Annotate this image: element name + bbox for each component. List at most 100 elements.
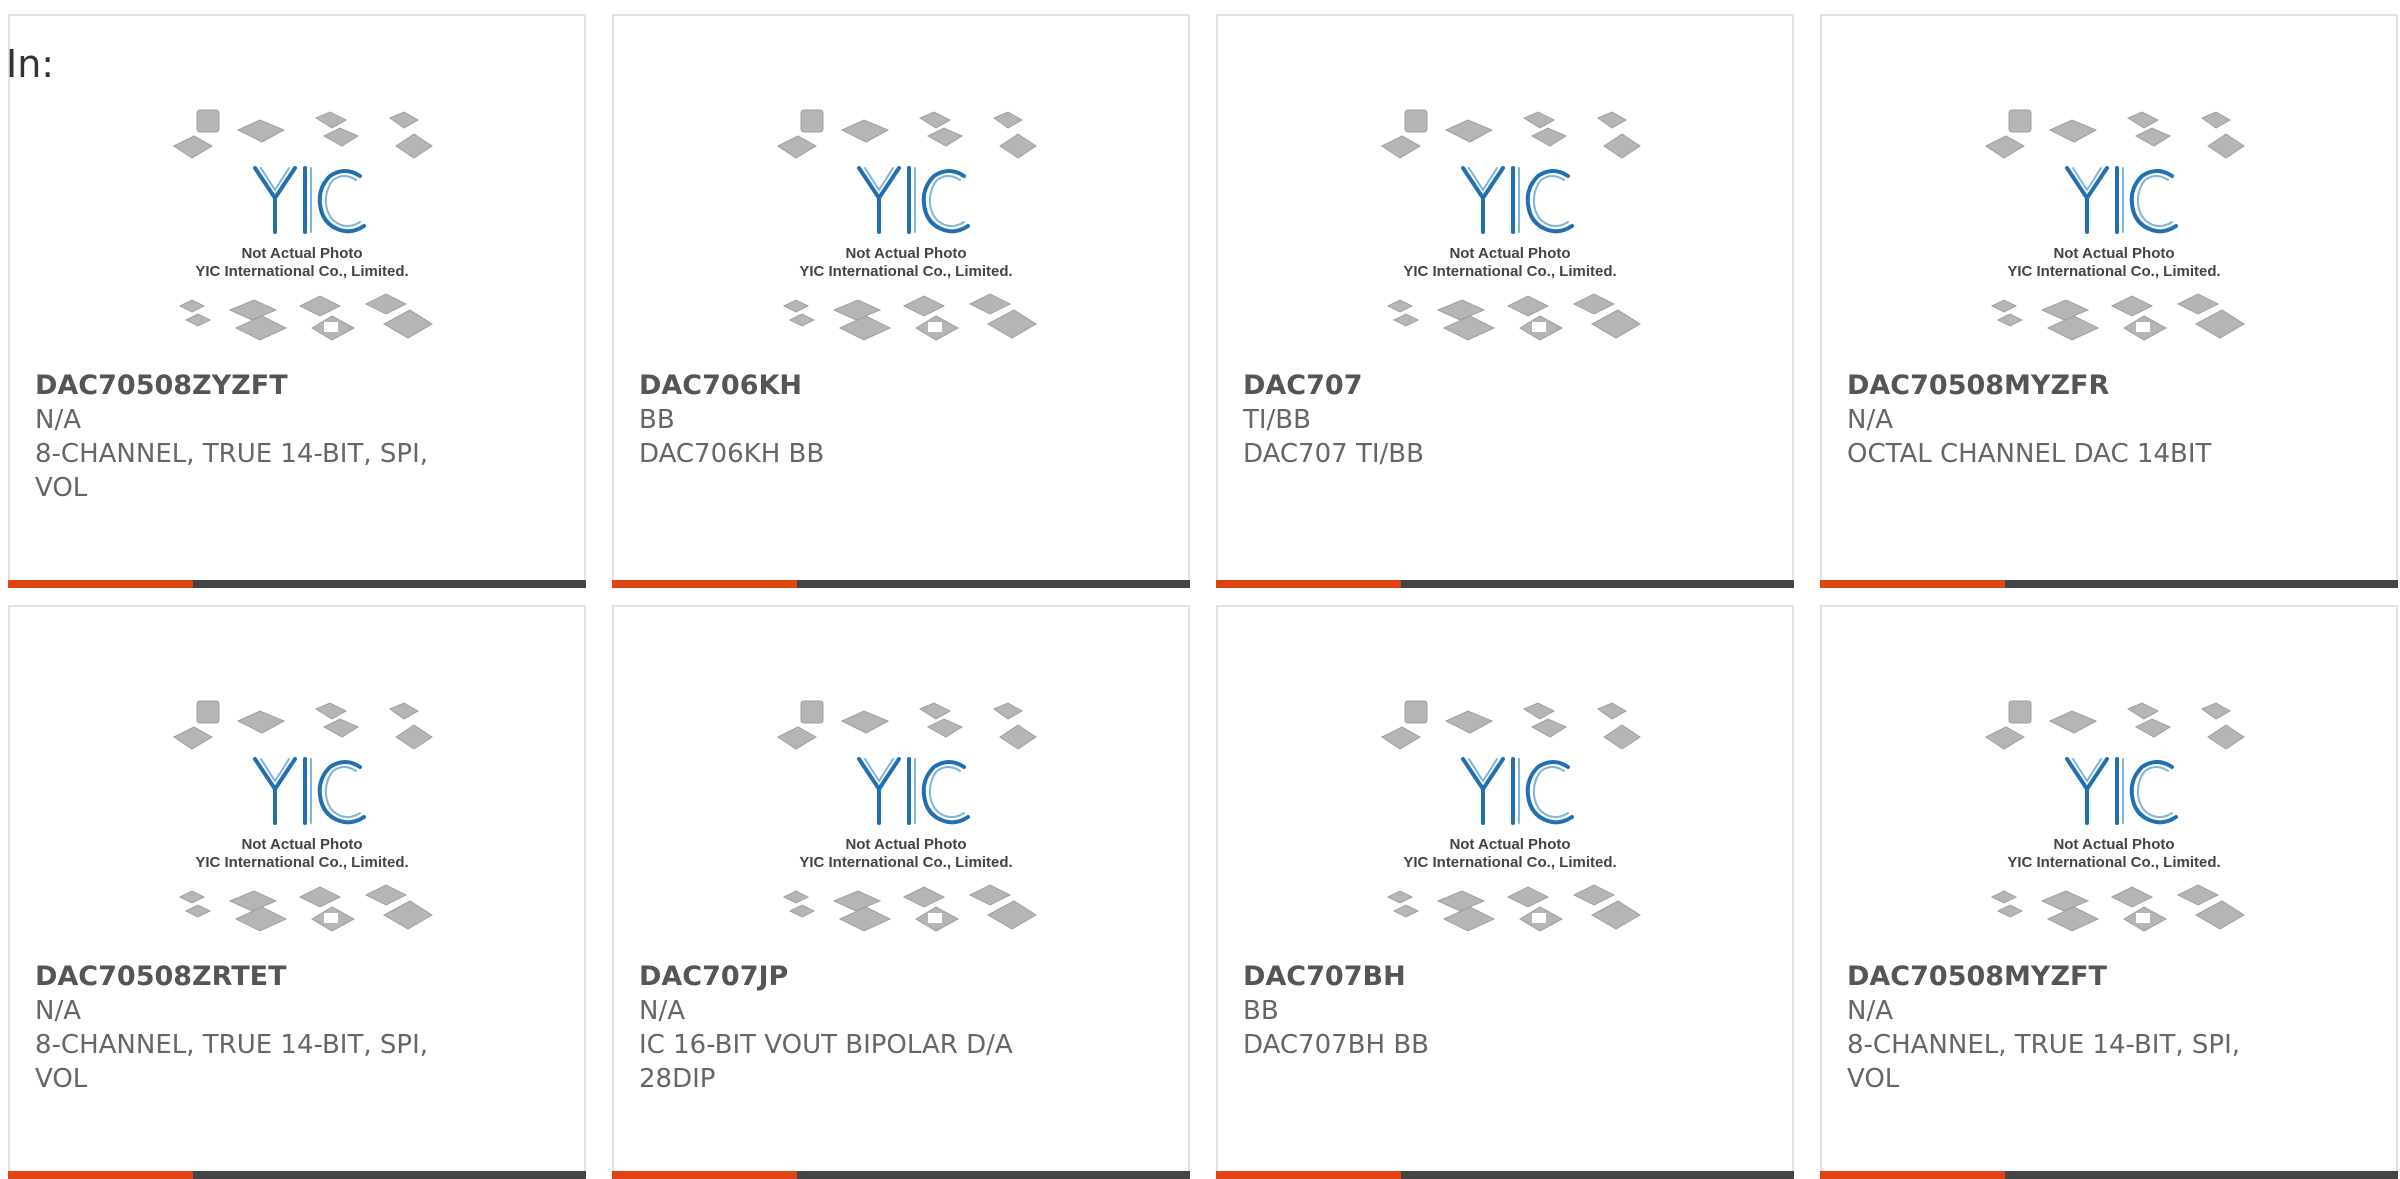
product-placeholder-image: Not Actual Photo YIC International Co., … <box>1381 700 1641 932</box>
bar-dark-segment <box>796 1171 1190 1179</box>
product-info: DAC707 TI/BB DAC707 TI/BB <box>1243 369 1683 471</box>
product-card[interactable]: Not Actual Photo YIC International Co., … <box>612 605 1190 1179</box>
card-accent-bar <box>1820 1171 2398 1179</box>
part-number[interactable]: DAC707JP <box>639 960 1079 994</box>
bar-accent-segment <box>8 1171 193 1179</box>
product-card[interactable]: Not Actual Photo YIC International Co., … <box>1216 14 1794 588</box>
chip-packages-top-icon <box>777 109 1037 159</box>
not-actual-photo-text: Not Actual Photo <box>1449 836 1570 853</box>
card-accent-bar <box>612 1171 1190 1179</box>
bar-dark-segment <box>2004 580 2398 588</box>
yic-logo-icon <box>2065 166 2178 234</box>
chip-packages-bottom-icon <box>178 293 433 341</box>
product-placeholder-image: Not Actual Photo YIC International Co., … <box>1985 109 2245 341</box>
product-placeholder-image: Not Actual Photo YIC International Co., … <box>1985 700 2245 932</box>
not-actual-photo-text: Not Actual Photo <box>2053 245 2174 262</box>
company-name-text: YIC International Co., Limited. <box>195 263 408 280</box>
card-accent-bar <box>1820 580 2398 588</box>
yic-logo-icon <box>857 166 970 234</box>
chip-packages-top-icon <box>777 700 1037 750</box>
company-name-text: YIC International Co., Limited. <box>799 854 1012 871</box>
card-accent-bar <box>612 580 1190 588</box>
part-number[interactable]: DAC70508MYZFT <box>1847 960 2287 994</box>
manufacturer: N/A <box>639 996 685 1026</box>
chip-packages-top-icon <box>1985 109 2245 159</box>
part-number[interactable]: DAC706KH <box>639 369 1079 403</box>
not-actual-photo-text: Not Actual Photo <box>2053 836 2174 853</box>
part-number[interactable]: DAC70508ZYZFT <box>35 369 475 403</box>
bar-accent-segment <box>1820 1171 2005 1179</box>
chip-packages-bottom-icon <box>782 884 1037 932</box>
company-name-text: YIC International Co., Limited. <box>2007 854 2220 871</box>
not-actual-photo-text: Not Actual Photo <box>845 836 966 853</box>
chip-packages-top-icon <box>173 700 433 750</box>
manufacturer: N/A <box>1847 405 1893 435</box>
bar-dark-segment <box>1400 580 1794 588</box>
yic-logo-icon <box>1461 166 1574 234</box>
product-info: DAC707JP N/A IC 16-BIT VOUT BIPOLAR D/A … <box>639 960 1079 1096</box>
manufacturer: TI/BB <box>1243 405 1311 435</box>
not-actual-photo-text: Not Actual Photo <box>241 245 362 262</box>
product-card[interactable]: Not Actual Photo YIC International Co., … <box>8 605 586 1179</box>
product-card[interactable]: Not Actual Photo YIC International Co., … <box>612 14 1190 588</box>
manufacturer: BB <box>639 405 675 435</box>
bar-dark-segment <box>1400 1171 1794 1179</box>
product-info: DAC706KH BB DAC706KH BB <box>639 369 1079 471</box>
manufacturer: BB <box>1243 996 1279 1026</box>
bar-dark-segment <box>192 580 586 588</box>
company-name-text: YIC International Co., Limited. <box>195 854 408 871</box>
company-name-text: YIC International Co., Limited. <box>2007 263 2220 280</box>
chip-packages-bottom-icon <box>1990 884 2245 932</box>
company-name-text: YIC International Co., Limited. <box>799 263 1012 280</box>
yic-logo-icon <box>2065 757 2178 825</box>
product-placeholder-image: Not Actual Photo YIC International Co., … <box>777 700 1037 932</box>
manufacturer: N/A <box>35 996 81 1026</box>
product-card[interactable]: Not Actual Photo YIC International Co., … <box>1820 14 2398 588</box>
part-number[interactable]: DAC70508MYZFR <box>1847 369 2287 403</box>
chip-packages-top-icon <box>1985 700 2245 750</box>
bar-accent-segment <box>1216 580 1401 588</box>
card-accent-bar <box>1216 580 1794 588</box>
description: DAC706KH BB <box>639 439 825 469</box>
card-accent-bar <box>8 580 586 588</box>
not-actual-photo-text: Not Actual Photo <box>241 836 362 853</box>
company-name-text: YIC International Co., Limited. <box>1403 263 1616 280</box>
manufacturer: N/A <box>1847 996 1893 1026</box>
product-info: DAC70508ZRTET N/A 8-CHANNEL, TRUE 14-BIT… <box>35 960 475 1096</box>
description: 8-CHANNEL, TRUE 14-BIT, SPI, VOL <box>35 1030 428 1094</box>
part-number[interactable]: DAC707BH <box>1243 960 1683 994</box>
product-card[interactable]: Not Actual Photo YIC International Co., … <box>1820 605 2398 1179</box>
part-number[interactable]: DAC70508ZRTET <box>35 960 475 994</box>
product-placeholder-image: Not Actual Photo YIC International Co., … <box>1381 109 1641 341</box>
product-info: DAC707BH BB DAC707BH BB <box>1243 960 1683 1062</box>
description: OCTAL CHANNEL DAC 14BIT <box>1847 439 2212 469</box>
manufacturer: N/A <box>35 405 81 435</box>
chip-packages-bottom-icon <box>1386 884 1641 932</box>
description: 8-CHANNEL, TRUE 14-BIT, SPI, VOL <box>35 439 428 503</box>
bar-accent-segment <box>8 580 193 588</box>
yic-logo-icon <box>1461 757 1574 825</box>
description: DAC707BH BB <box>1243 1030 1429 1060</box>
product-card[interactable]: Not Actual Photo YIC International Co., … <box>1216 605 1794 1179</box>
product-info: DAC70508MYZFR N/A OCTAL CHANNEL DAC 14BI… <box>1847 369 2287 471</box>
description: IC 16-BIT VOUT BIPOLAR D/A 28DIP <box>639 1030 1013 1094</box>
chip-packages-top-icon <box>173 109 433 159</box>
card-accent-bar <box>1216 1171 1794 1179</box>
chip-packages-bottom-icon <box>178 884 433 932</box>
not-actual-photo-text: Not Actual Photo <box>1449 245 1570 262</box>
chip-packages-top-icon <box>1381 700 1641 750</box>
description: DAC707 TI/BB <box>1243 439 1424 469</box>
product-card[interactable]: Not Actual Photo YIC International Co., … <box>8 14 586 588</box>
not-actual-photo-text: Not Actual Photo <box>845 245 966 262</box>
yic-logo-icon <box>253 166 366 234</box>
product-placeholder-image: Not Actual Photo YIC International Co., … <box>173 109 433 341</box>
part-number[interactable]: DAC707 <box>1243 369 1683 403</box>
description: 8-CHANNEL, TRUE 14-BIT, SPI, VOL <box>1847 1030 2240 1094</box>
bar-dark-segment <box>2004 1171 2398 1179</box>
product-info: DAC70508ZYZFT N/A 8-CHANNEL, TRUE 14-BIT… <box>35 369 475 505</box>
product-placeholder-image: Not Actual Photo YIC International Co., … <box>173 700 433 932</box>
product-placeholder-image: Not Actual Photo YIC International Co., … <box>777 109 1037 341</box>
bar-accent-segment <box>612 1171 797 1179</box>
bar-accent-segment <box>1820 580 2005 588</box>
chip-packages-bottom-icon <box>782 293 1037 341</box>
